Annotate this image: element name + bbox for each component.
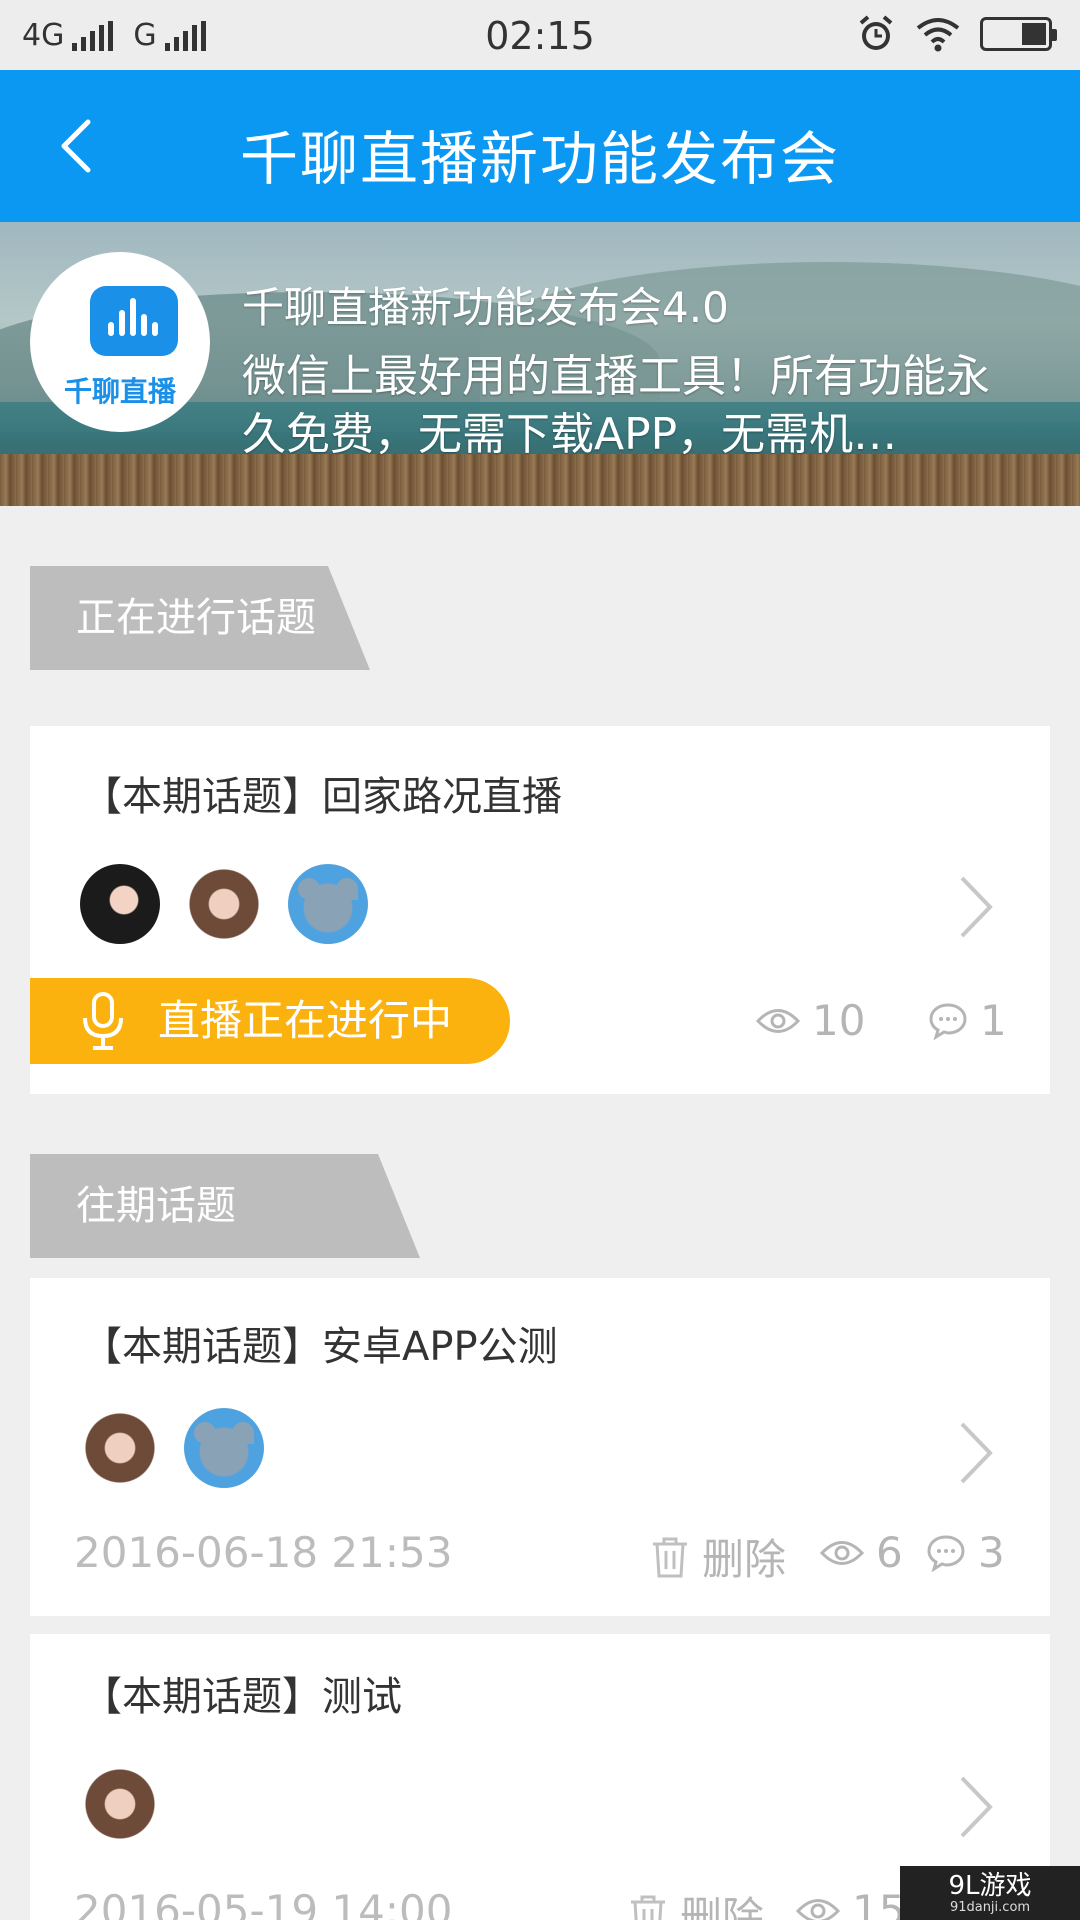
topic-date: 2016-05-19 14:00 [74, 1886, 453, 1920]
comment-count: 1 [928, 996, 1007, 1045]
delete-label: 删除 [702, 1535, 787, 1584]
comment-icon [929, 1002, 967, 1040]
avatar [184, 864, 264, 944]
avatar [184, 1408, 264, 1488]
delete-label: 删除 [680, 1893, 765, 1920]
mic-icon [83, 992, 123, 1050]
view-count: 15 [796, 1886, 905, 1920]
participant-avatars [80, 1408, 264, 1488]
topic-date: 2016-06-18 21:53 [74, 1528, 453, 1577]
delete-button[interactable]: 删除 [628, 1884, 764, 1920]
view-count: 6 [820, 1528, 903, 1577]
view-count-value: 6 [876, 1528, 903, 1577]
wifi-icon [916, 18, 960, 52]
channel-description: 微信上最好用的直播工具！所有功能永久免费，无需下载APP，无需机… [242, 351, 990, 460]
chevron-right-icon[interactable] [956, 1418, 996, 1488]
channel-title: 千聊直播新功能发布会4.0 [242, 283, 729, 332]
trash-icon [631, 1895, 665, 1920]
comment-count: 3 [926, 1528, 1005, 1577]
participant-avatars [80, 864, 368, 944]
view-count-value: 10 [812, 996, 866, 1045]
live-status-button[interactable]: 直播正在进行中 [30, 978, 510, 1064]
channel-banner: 千聊直播 千聊直播新功能发布会4.0 微信上最好用的直播工具！所有功能永久免费，… [0, 222, 1080, 506]
channel-logo: 千聊直播 [30, 252, 210, 432]
past-topic-card[interactable]: 【本期话题】测试 2016-05-19 14:00 删除 15 [30, 1634, 1050, 1920]
topic-title: 【本期话题】回家路况直播 [82, 774, 562, 820]
battery-icon [980, 17, 1057, 51]
logo-text: 千聊直播 [63, 375, 176, 408]
live-status-label: 直播正在进行中 [158, 996, 453, 1045]
section-ongoing-label: 正在进行话题 [30, 566, 370, 670]
avatar [288, 864, 368, 944]
delete-button[interactable]: 删除 [650, 1526, 786, 1587]
avatar [80, 1764, 160, 1844]
status-bar: 4G G 02:15 [0, 0, 1080, 70]
eye-icon [756, 1008, 800, 1033]
eye-icon [796, 1898, 840, 1920]
participant-avatars [80, 1764, 160, 1844]
eye-icon [820, 1540, 864, 1565]
view-count-value: 15 [852, 1886, 906, 1920]
page-title: 千聊直播新功能发布会 [239, 125, 840, 193]
section-past-label: 往期话题 [30, 1154, 420, 1258]
comment-count-value: 3 [978, 1528, 1005, 1577]
trash-icon [653, 1537, 687, 1577]
chevron-right-icon[interactable] [956, 1772, 996, 1842]
alarm-icon [859, 15, 893, 50]
topic-title: 【本期话题】安卓APP公测 [82, 1324, 558, 1370]
past-topic-card[interactable]: 【本期话题】安卓APP公测 2016-06-18 21:53 删除 6 3 [30, 1278, 1050, 1616]
topic-title: 【本期话题】测试 [82, 1674, 402, 1720]
app-header: 千聊直播新功能发布会 [0, 70, 1080, 222]
site-watermark: 9L游戏 91danji.com [900, 1866, 1080, 1920]
avatar [80, 1408, 160, 1488]
comment-count-value: 1 [980, 996, 1007, 1045]
live-topic-card[interactable]: 【本期话题】回家路况直播 直播正在进行中 10 1 [30, 726, 1050, 1094]
view-count: 10 [756, 996, 865, 1045]
watermark-brand: 9L游戏 [948, 1871, 1032, 1901]
watermark-url: 91danji.com [949, 1900, 1031, 1915]
avatar [80, 864, 160, 944]
soundwave-icon [90, 286, 178, 356]
comment-icon [927, 1534, 965, 1572]
chevron-right-icon[interactable] [956, 872, 996, 942]
